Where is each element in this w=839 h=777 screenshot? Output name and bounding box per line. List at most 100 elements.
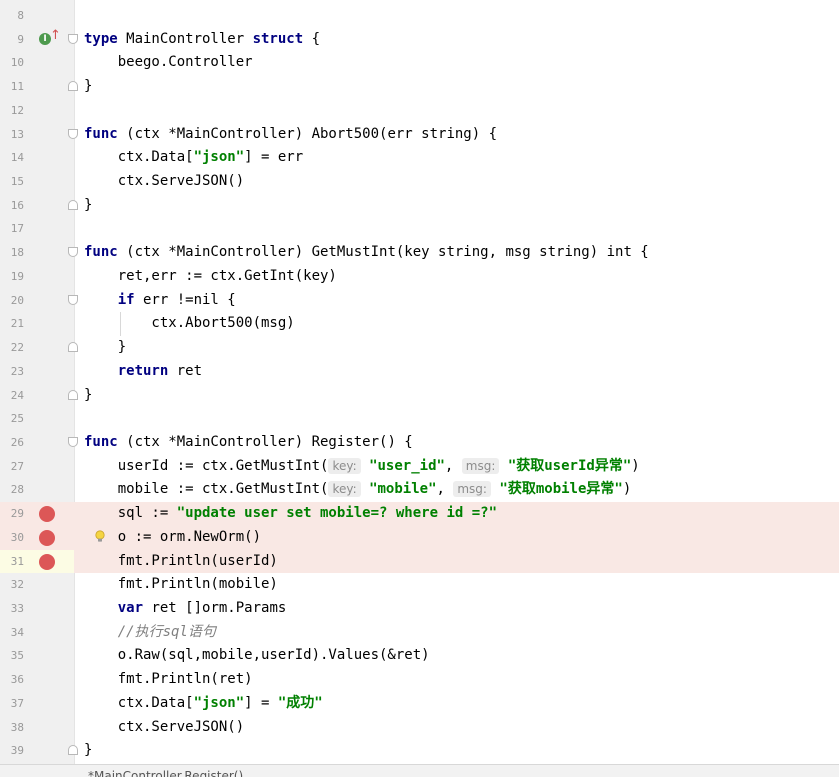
gutter-cell[interactable]: 15	[0, 170, 74, 194]
gutter-cell[interactable]: 26	[0, 431, 78, 455]
gutter-cell[interactable]: 20	[0, 289, 78, 313]
code-line[interactable]: 20 if err !=nil {	[0, 289, 839, 313]
fold-marker-icon[interactable]	[68, 33, 78, 44]
code-line[interactable]: 39}	[0, 739, 839, 763]
code-text[interactable]: ctx.Data["json"] = err	[84, 146, 303, 170]
gutter-cell[interactable]: 23	[0, 360, 74, 384]
code-text[interactable]: }	[84, 384, 92, 408]
fold-marker-icon[interactable]	[68, 342, 78, 353]
code-line[interactable]: 17	[0, 217, 839, 241]
code-text[interactable]: var ret []orm.Params	[84, 597, 287, 621]
code-line[interactable]: 12	[0, 99, 839, 123]
code-text[interactable]: ctx.ServeJSON()	[84, 170, 244, 194]
fold-marker-icon[interactable]	[68, 128, 78, 139]
gutter-cell[interactable]: 30	[0, 525, 74, 550]
gutter-cell[interactable]: 24	[0, 384, 78, 408]
gutter-cell[interactable]: 25	[0, 407, 74, 431]
code-text[interactable]: }	[84, 336, 126, 360]
code-text[interactable]: fmt.Println(ret)	[84, 668, 253, 692]
gutter-cell[interactable]: 19	[0, 265, 74, 289]
code-line[interactable]: 22 }	[0, 336, 839, 360]
code-text[interactable]: ret,err := ctx.GetInt(key)	[84, 265, 337, 289]
gutter-cell[interactable]: 12	[0, 99, 74, 123]
code-line[interactable]: 9 I ↑ type MainController struct {	[0, 28, 839, 52]
code-line[interactable]: 30 o := orm.NewOrm()	[0, 525, 839, 550]
code-line[interactable]: 26 func (ctx *MainController) Register() …	[0, 431, 839, 455]
gutter-cell[interactable]: 27	[0, 455, 74, 479]
gutter-cell[interactable]: 21	[0, 312, 74, 336]
code-line[interactable]: 18 func (ctx *MainController) GetMustInt(…	[0, 241, 839, 265]
code-line[interactable]: 33 var ret []orm.Params	[0, 597, 839, 621]
gutter-cell[interactable]: 38	[0, 716, 74, 740]
fold-marker-icon[interactable]	[68, 247, 78, 258]
code-line[interactable]: 24}	[0, 384, 839, 408]
code-line[interactable]: 21 ctx.Abort500(msg)	[0, 312, 839, 337]
code-text[interactable]: ctx.ServeJSON()	[84, 716, 244, 740]
gutter-cell[interactable]: 39	[0, 739, 78, 763]
gutter-cell[interactable]: 11	[0, 75, 78, 99]
code-text[interactable]: }	[84, 739, 92, 763]
code-line[interactable]: 23 return ret	[0, 360, 839, 384]
code-line[interactable]: 25	[0, 407, 839, 431]
fold-marker-icon[interactable]	[68, 436, 78, 447]
code-line[interactable]: 19 ret,err := ctx.GetInt(key)	[0, 265, 839, 289]
gutter-cell[interactable]: 31	[0, 549, 74, 574]
gutter-cell[interactable]: 18	[0, 241, 78, 265]
gutter-cell[interactable]: 37	[0, 692, 74, 716]
fold-marker-icon[interactable]	[68, 199, 78, 210]
code-text[interactable]: type MainController struct {	[84, 28, 320, 52]
gutter-cell[interactable]: 8	[0, 4, 74, 28]
gutter-cell[interactable]: 10	[0, 51, 74, 75]
gutter-cell[interactable]: 36	[0, 668, 74, 692]
fold-marker-icon[interactable]	[68, 745, 78, 756]
code-line[interactable]: 29 sql := "update user set mobile=? wher…	[0, 502, 839, 526]
code-line[interactable]: 38 ctx.ServeJSON()	[0, 716, 839, 740]
gutter-cell[interactable]: 33	[0, 597, 74, 621]
code-line[interactable]: 16}	[0, 194, 839, 218]
code-line[interactable]: 10 beego.Controller	[0, 51, 839, 75]
code-text[interactable]: return ret	[84, 360, 202, 384]
code-text[interactable]: beego.Controller	[84, 51, 253, 75]
code-text[interactable]: ctx.Abort500(msg)	[84, 312, 294, 336]
code-line[interactable]: 27 userId := ctx.GetMustInt(key: "user_i…	[0, 455, 839, 479]
code-lines[interactable]: 8 9 I ↑ type MainController struct {10 beego…	[0, 4, 839, 763]
code-text[interactable]: userId := ctx.GetMustInt(key: "user_id",…	[84, 455, 640, 479]
gutter-cell[interactable]: 34	[0, 621, 74, 645]
code-text[interactable]: func (ctx *MainController) Abort500(err …	[84, 123, 497, 147]
code-text[interactable]: fmt.Println(mobile)	[84, 573, 278, 597]
gutter-cell[interactable]: 14	[0, 146, 74, 170]
code-text[interactable]: func (ctx *MainController) GetMustInt(ke…	[84, 241, 649, 265]
code-text[interactable]: ctx.Data["json"] = "成功"	[84, 692, 323, 716]
gutter-cell[interactable]: 29	[0, 502, 74, 526]
gutter-cell[interactable]: 28	[0, 478, 74, 502]
code-text[interactable]: }	[84, 75, 92, 99]
code-line[interactable]: 15 ctx.ServeJSON()	[0, 170, 839, 194]
code-line[interactable]: 32 fmt.Println(mobile)	[0, 573, 839, 597]
breakpoint-icon[interactable]	[39, 506, 55, 523]
code-line[interactable]: 35 o.Raw(sql,mobile,userId).Values(&ret)	[0, 644, 839, 668]
code-line[interactable]: 13 func (ctx *MainController) Abort500(er…	[0, 123, 839, 147]
gutter-cell[interactable]: 9 I ↑	[0, 28, 78, 52]
breakpoint-icon[interactable]	[39, 553, 55, 570]
breakpoint-icon[interactable]	[39, 529, 55, 546]
code-text[interactable]: o.Raw(sql,mobile,userId).Values(&ret)	[84, 644, 430, 668]
code-text[interactable]: fmt.Println(userId)	[84, 550, 278, 574]
code-line[interactable]: 34 //执行sql语句	[0, 621, 839, 645]
code-text[interactable]: }	[84, 194, 92, 218]
gutter-cell[interactable]: 16	[0, 194, 78, 218]
code-text[interactable]: mobile := ctx.GetMustInt(key: "mobile", …	[84, 478, 631, 502]
gutter-cell[interactable]: 17	[0, 217, 74, 241]
code-text[interactable]: func (ctx *MainController) Register() {	[84, 431, 413, 455]
fold-marker-icon[interactable]	[68, 294, 78, 305]
code-text[interactable]: if err !=nil {	[84, 289, 236, 313]
code-text[interactable]: sql := "update user set mobile=? where i…	[84, 502, 497, 526]
code-text[interactable]: //执行sql语句	[84, 621, 216, 645]
gutter-cell[interactable]: 32	[0, 573, 74, 597]
gutter-cell[interactable]: 35	[0, 644, 74, 668]
code-line[interactable]: 31 fmt.Println(userId)	[0, 549, 839, 574]
up-arrow-icon[interactable]: ↑	[50, 29, 61, 42]
code-line[interactable]: 8	[0, 4, 839, 28]
code-text[interactable]: o := orm.NewOrm()	[84, 526, 261, 550]
code-line[interactable]: 28 mobile := ctx.GetMustInt(key: "mobile…	[0, 478, 839, 502]
code-line[interactable]: 14 ctx.Data["json"] = err	[0, 146, 839, 170]
